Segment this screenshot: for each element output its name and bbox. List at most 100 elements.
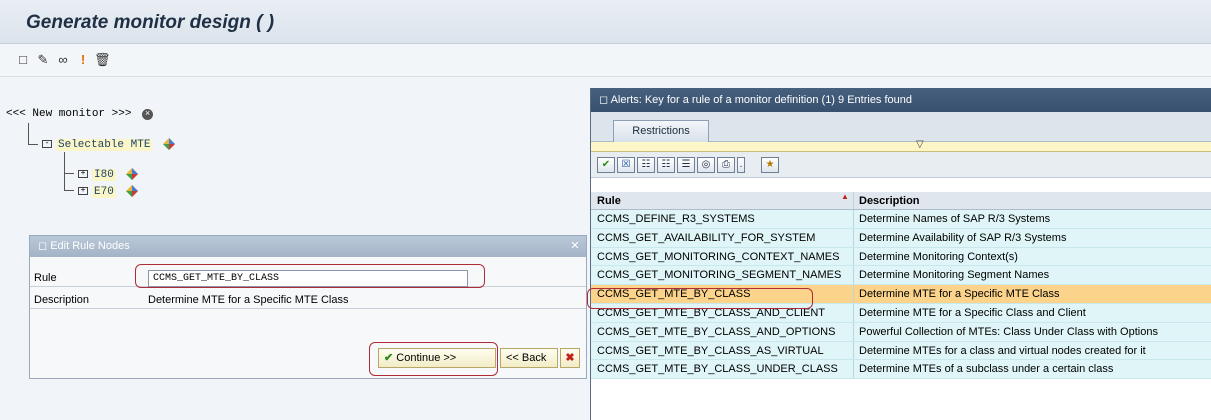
- glasses-icon[interactable]: ∞: [56, 53, 70, 67]
- cell-description: Determine MTE for a Specific Class and C…: [859, 306, 1086, 319]
- cell-description: Powerful Collection of MTEs: Class Under…: [859, 325, 1158, 338]
- cell-rule: CCMS_GET_MTE_BY_CLASS: [597, 288, 751, 301]
- back-label: << Back: [506, 352, 547, 364]
- tree-node-selectable-mte[interactable]: - Selectable MTE: [42, 138, 176, 151]
- window-title: Generate monitor design ( ): [26, 12, 275, 33]
- cell-description: Determine MTEs of a subclass under a cer…: [859, 363, 1114, 376]
- title-bar: Generate monitor design ( ): [0, 0, 1211, 44]
- cell-rule: CCMS_DEFINE_R3_SYSTEMS: [597, 213, 755, 225]
- continue-label: Continue >>: [396, 352, 457, 364]
- exclamation-icon[interactable]: !: [76, 53, 90, 67]
- dialog-title: Edit Rule Nodes: [50, 240, 130, 252]
- description-value: Determine MTE for a Specific MTE Class: [148, 294, 349, 306]
- tree-leaf-i80[interactable]: + I80: [78, 168, 139, 181]
- edit-rule-dialog: ◻ Edit Rule Nodes ✕ Rule CCMS_GET_MTE_BY…: [29, 235, 587, 379]
- tree-root[interactable]: <<< New monitor >>> ×: [6, 108, 154, 120]
- table-row[interactable]: CCMS_GET_AVAILABILITY_FOR_SYSTEM Determin…: [591, 228, 1211, 248]
- cell-description: Determine Names of SAP R/3 Systems: [859, 213, 1051, 225]
- alerts-popup: ◻ Alerts: Key for a rule of a monitor de…: [590, 88, 1211, 420]
- column-separator: [853, 192, 854, 209]
- popup-title: Alerts: Key for a rule of a monitor defi…: [610, 94, 913, 106]
- tree-leaf-label: I80: [92, 168, 116, 181]
- tree-leaf-e70[interactable]: + E70: [78, 185, 139, 198]
- table-row-selected[interactable]: CCMS_GET_MTE_BY_CLASS Determine MTE for a…: [591, 285, 1211, 304]
- print-icon[interactable]: ⎙: [717, 157, 735, 173]
- column-separator: [853, 210, 854, 228]
- folder-icon[interactable]: +: [78, 170, 88, 178]
- table-row[interactable]: CCMS_GET_MTE_BY_CLASS_AS_VIRTUAL Determin…: [591, 341, 1211, 361]
- cancel-icon[interactable]: ×: [142, 109, 154, 120]
- tree-node-label: Selectable MTE: [56, 138, 153, 151]
- find-icon[interactable]: ☷: [637, 157, 655, 173]
- cell-rule: CCMS_GET_MTE_BY_CLASS_AS_VIRTUAL: [597, 344, 824, 357]
- cell-rule: CCMS_GET_MONITORING_SEGMENT_NAMES: [597, 269, 842, 282]
- print-dropdown-icon[interactable]: .: [737, 157, 745, 173]
- close-icon[interactable]: ✕: [568, 239, 582, 253]
- popup-window-icon: ◻: [599, 94, 609, 106]
- mte-class-icon: [163, 138, 176, 150]
- sort-ascending-icon: ▲: [841, 192, 849, 201]
- table-row[interactable]: CCMS_GET_MTE_BY_CLASS_UNDER_CLASS Determi…: [591, 360, 1211, 380]
- back-button[interactable]: << Back: [500, 348, 558, 368]
- tabstrip: Restrictions: [591, 112, 1211, 142]
- cell-description: Determine Availability of SAP R/3 System…: [859, 231, 1067, 244]
- table-row[interactable]: CCMS_DEFINE_R3_SYSTEMS Determine Names of…: [591, 210, 1211, 229]
- cell-description: Determine MTE for a Specific MTE Class: [859, 288, 1060, 301]
- dialog-header: ◻ Edit Rule Nodes ✕: [30, 236, 586, 257]
- table-row[interactable]: CCMS_GET_MONITORING_CONTEXT_NAMES Determi…: [591, 247, 1211, 267]
- cell-rule: CCMS_GET_AVAILABILITY_FOR_SYSTEM: [597, 231, 816, 244]
- popup-header: ◻ Alerts: Key for a rule of a monitor de…: [591, 88, 1211, 112]
- column-separator: [853, 247, 854, 266]
- checkmark-icon: ✔: [384, 352, 394, 364]
- cell-rule: CCMS_GET_MONITORING_CONTEXT_NAMES: [597, 250, 840, 263]
- sort-icon[interactable]: ☰: [677, 157, 695, 173]
- mte-class-icon: [126, 185, 139, 197]
- cell-description: Determine Monitoring Segment Names: [859, 269, 1050, 282]
- personal-list-icon[interactable]: ★: [761, 157, 779, 173]
- table-row[interactable]: CCMS_GET_MONITORING_SEGMENT_NAMES Determi…: [591, 266, 1211, 286]
- column-separator: [853, 303, 854, 322]
- tree-connector: [28, 123, 38, 145]
- filter-icon[interactable]: ◎: [697, 157, 715, 173]
- find-next-icon[interactable]: ☷: [657, 157, 675, 173]
- folder-icon[interactable]: -: [42, 140, 52, 148]
- collapse-arrow-icon[interactable]: ▽: [916, 139, 924, 150]
- checkmark-icon[interactable]: ✔: [597, 157, 615, 173]
- delete-icon[interactable]: 🗑: [94, 53, 111, 67]
- cell-description: Determine MTEs for a class and virtual n…: [859, 344, 1146, 357]
- column-header-description[interactable]: Description: [859, 195, 920, 207]
- mte-class-icon: [126, 168, 139, 180]
- grid-header: Rule ▲ Description: [591, 192, 1211, 210]
- column-separator: [853, 322, 854, 341]
- application-toolbar: □ ✎ ∞ ! 🗑: [0, 45, 1211, 77]
- cell-rule: CCMS_GET_MTE_BY_CLASS_AND_OPTIONS: [597, 325, 836, 338]
- folder-icon[interactable]: +: [78, 187, 88, 195]
- grid-toolbar: ✔ ☒ ☷ ☷ ☰ ◎ ⎙ . ★: [591, 152, 1211, 178]
- column-separator: [853, 266, 854, 285]
- results-grid: Rule ▲ Description CCMS_DEFINE_R3_SYSTEM…: [591, 192, 1211, 380]
- edit-pencil-icon[interactable]: ✎: [36, 53, 50, 67]
- cancel-icon[interactable]: ☒: [617, 157, 635, 173]
- column-header-rule[interactable]: Rule: [597, 195, 621, 207]
- table-row[interactable]: CCMS_GET_MTE_BY_CLASS_AND_OPTIONS Powerfu…: [591, 322, 1211, 342]
- column-separator: [853, 341, 854, 360]
- column-separator: [853, 360, 854, 379]
- cell-description: Determine Monitoring Context(s): [859, 250, 1018, 263]
- restrictions-collapse-bar[interactable]: ▽: [591, 139, 1211, 152]
- tree-leaf-label: E70: [92, 185, 116, 198]
- cancel-x-icon: ✖: [565, 352, 575, 364]
- table-row[interactable]: CCMS_GET_MTE_BY_CLASS_AND_CLIENT Determin…: [591, 303, 1211, 323]
- new-document-icon[interactable]: □: [16, 53, 30, 67]
- column-separator: [853, 228, 854, 247]
- description-label: Description: [34, 294, 90, 306]
- cancel-button[interactable]: ✖: [560, 348, 580, 368]
- column-separator: [853, 285, 854, 303]
- tree-root-label: <<< New monitor >>>: [6, 108, 132, 120]
- cell-rule: CCMS_GET_MTE_BY_CLASS_UNDER_CLASS: [597, 363, 838, 376]
- cell-rule: CCMS_GET_MTE_BY_CLASS_AND_CLIENT: [597, 306, 826, 319]
- rule-input[interactable]: CCMS_GET_MTE_BY_CLASS: [148, 270, 468, 287]
- rule-label: Rule: [34, 272, 57, 284]
- continue-button[interactable]: ✔ Continue >>: [378, 348, 496, 368]
- tree-connector: [64, 170, 74, 191]
- tab-restrictions[interactable]: Restrictions: [613, 120, 709, 142]
